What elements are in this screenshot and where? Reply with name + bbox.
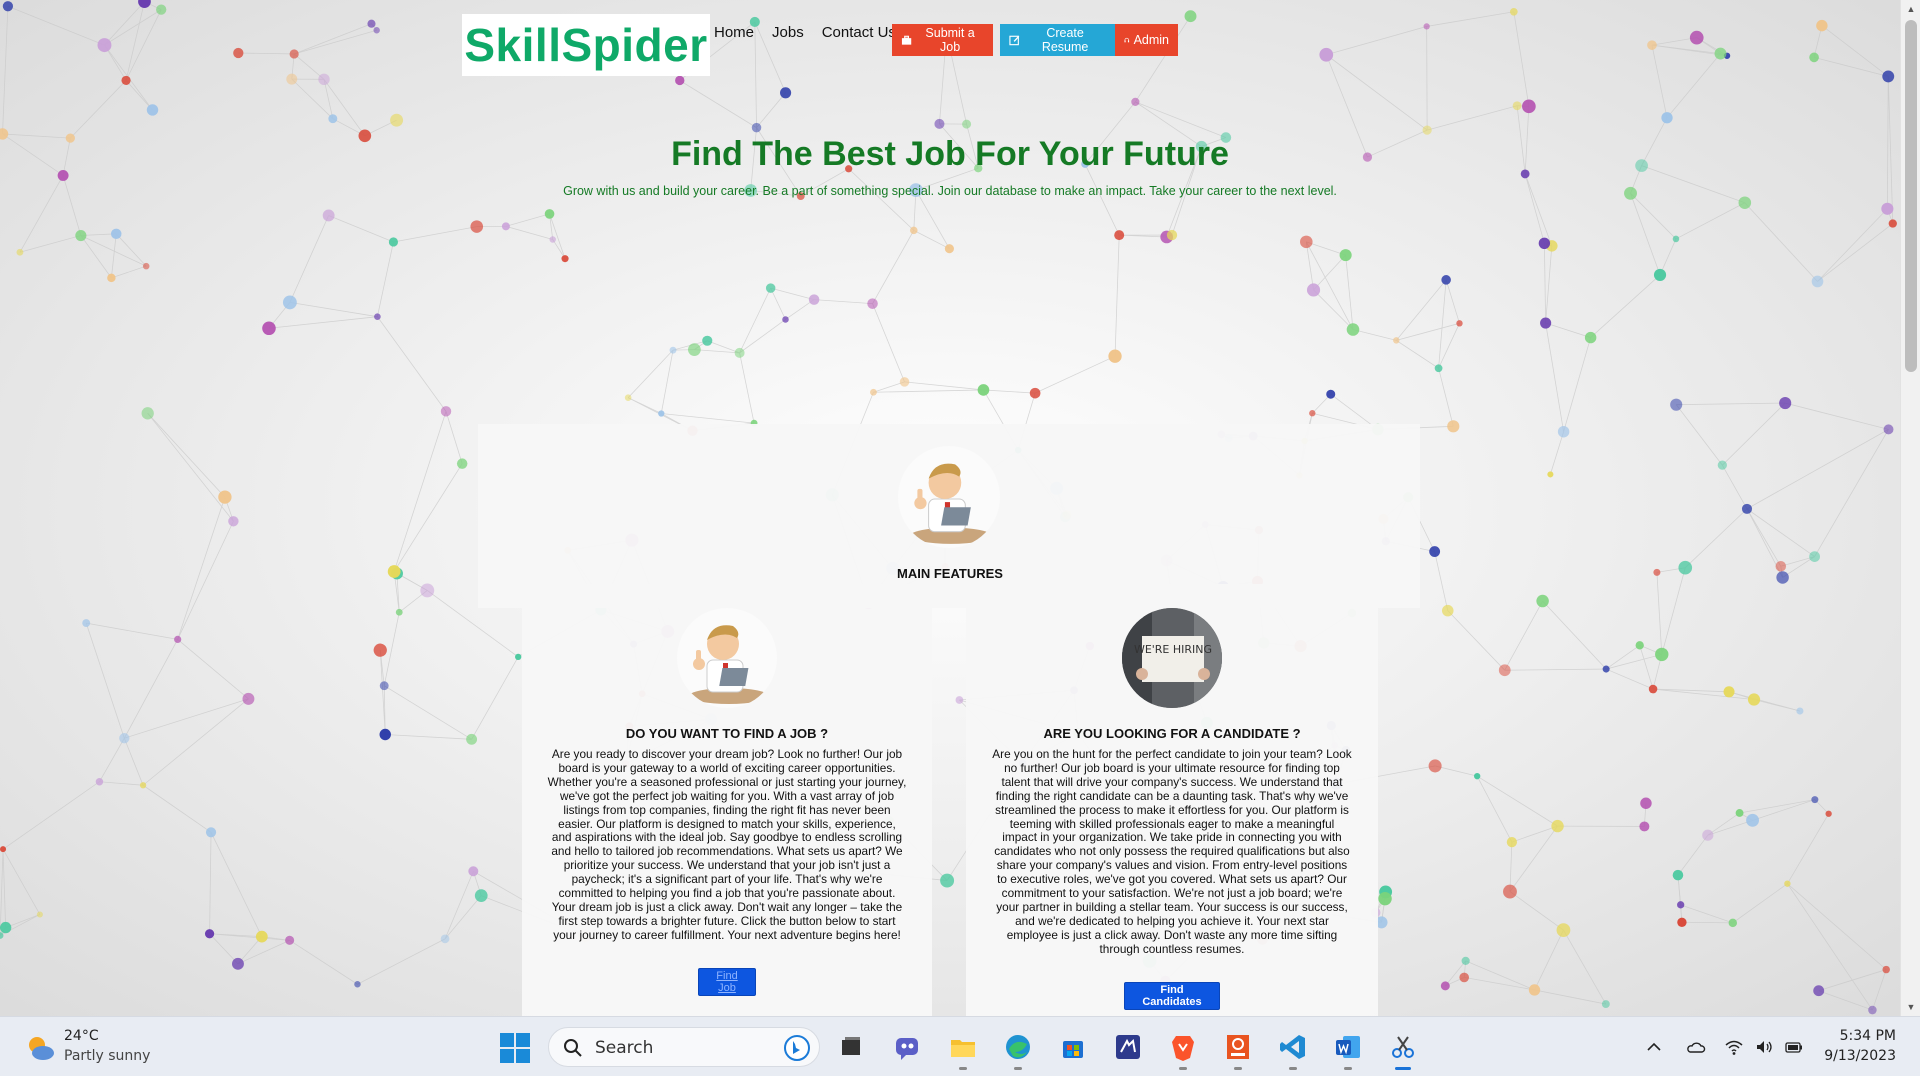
start-icon[interactable] <box>500 1033 530 1063</box>
find-job-button[interactable]: Find Job <box>698 968 756 996</box>
vs-icon[interactable] <box>1111 1030 1145 1064</box>
create-resume-label: Create Resume <box>1041 26 1089 54</box>
ubuntu-icon[interactable] <box>1221 1030 1255 1070</box>
main-nav: Home Jobs Contact Us <box>714 24 914 41</box>
file-explorer-icon[interactable] <box>946 1030 980 1070</box>
taskbar-search[interactable]: Search <box>548 1027 820 1067</box>
running-indicator <box>1289 1067 1297 1070</box>
bing-icon[interactable] <box>783 1034 811 1062</box>
store-icon[interactable] <box>1056 1030 1090 1064</box>
task-view-icon[interactable] <box>834 1030 868 1064</box>
running-indicator <box>1014 1067 1022 1070</box>
search-icon <box>564 1039 582 1057</box>
active-app-indicator <box>1395 1067 1411 1070</box>
snipping-tool-icon[interactable] <box>1386 1030 1420 1070</box>
chevron-up-icon[interactable] <box>1644 1037 1664 1057</box>
hero-title: Find The Best Job For Your Future <box>671 135 1229 173</box>
running-indicator <box>1344 1067 1352 1070</box>
submit-job-button[interactable]: Submit a Job <box>892 24 993 56</box>
headphones-icon <box>1124 37 1130 43</box>
find-candidate-title: ARE YOU LOOKING FOR A CANDIDATE ? <box>1043 726 1301 741</box>
running-indicator <box>1234 1067 1242 1070</box>
edge-icon[interactable] <box>1001 1030 1035 1070</box>
scroll-up-icon[interactable]: ▲ <box>1901 0 1920 18</box>
briefcase-icon <box>901 35 912 45</box>
find-candidate-description: Are you on the hunt for the perfect cand… <box>992 747 1352 956</box>
word-icon[interactable] <box>1331 1030 1365 1070</box>
find-job-title: DO YOU WANT TO FIND A JOB ? <box>625 726 829 741</box>
search-placeholder: Search <box>595 1038 654 1058</box>
hiring-sign-text: WE'RE HIRING <box>1134 643 1212 656</box>
clock-time[interactable]: 5:34 PM <box>1840 1028 1896 1044</box>
partly-sunny-icon[interactable] <box>24 1032 56 1064</box>
nav-home[interactable]: Home <box>714 24 754 41</box>
windows-taskbar: 24°C Partly sunny Search 5:34 PM 9/13/20… <box>0 1016 1920 1076</box>
edit-icon <box>1009 35 1020 46</box>
create-resume-button[interactable]: Create Resume <box>1000 24 1115 56</box>
volume-icon[interactable] <box>1754 1037 1774 1057</box>
admin-button[interactable]: Admin <box>1115 24 1178 56</box>
onedrive-icon[interactable] <box>1686 1037 1706 1057</box>
hiring-sign-image: WE'RE HIRING <box>1122 608 1222 708</box>
businessman-avatar-image <box>898 446 1000 548</box>
logo-text: SkillSpider <box>464 19 708 71</box>
hero-subtitle: Grow with us and build your career. Be a… <box>563 184 1337 198</box>
brave-icon[interactable] <box>1166 1030 1200 1070</box>
nav-contact-us[interactable]: Contact Us <box>822 24 896 41</box>
submit-job-label: Submit a Job <box>925 26 975 54</box>
clock-date[interactable]: 9/13/2023 <box>1824 1048 1896 1064</box>
scroll-down-icon[interactable]: ▼ <box>1901 998 1920 1016</box>
site-logo[interactable]: SkillSpider <box>462 14 710 76</box>
find-job-card: DO YOU WANT TO FIND A JOB ? Are you read… <box>522 584 932 1016</box>
find-job-description: Are you ready to discover your dream job… <box>547 747 907 942</box>
teams-icon[interactable] <box>890 1030 924 1064</box>
weather-description[interactable]: Partly sunny <box>64 1048 150 1064</box>
page-scrollbar[interactable]: ▲ ▼ <box>1900 0 1920 1016</box>
nav-jobs[interactable]: Jobs <box>772 24 804 41</box>
wifi-icon[interactable] <box>1724 1037 1744 1057</box>
battery-icon[interactable] <box>1784 1037 1804 1057</box>
scroll-thumb[interactable] <box>1905 20 1917 372</box>
vscode-icon[interactable] <box>1276 1030 1310 1070</box>
running-indicator <box>959 1067 967 1070</box>
features-title: MAIN FEATURES <box>897 566 1003 581</box>
job-seeker-avatar-image <box>677 608 777 708</box>
find-candidates-button[interactable]: Find Candidates <box>1124 982 1220 1010</box>
find-candidate-card: WE'RE HIRING ARE YOU LOOKING FOR A CANDI… <box>966 584 1378 1016</box>
running-indicator <box>1179 1067 1187 1070</box>
admin-label: Admin <box>1133 33 1169 47</box>
weather-temperature[interactable]: 24°C <box>64 1028 99 1044</box>
